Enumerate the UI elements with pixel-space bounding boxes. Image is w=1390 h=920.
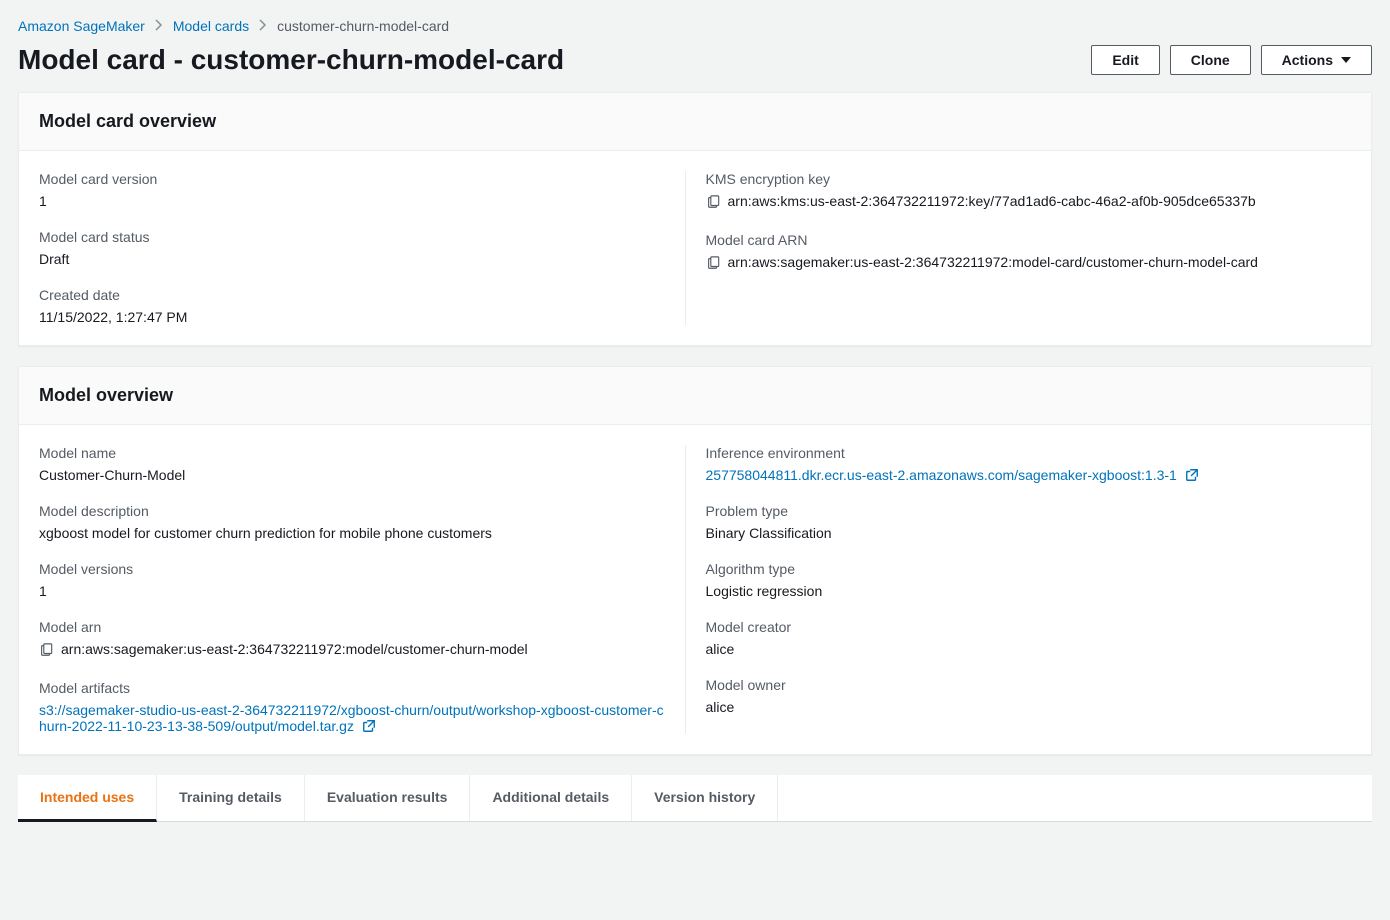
copy-icon[interactable]	[706, 256, 720, 270]
label-model-artifacts: Model artifacts	[39, 680, 665, 696]
breadcrumb: Amazon SageMaker Model cards customer-ch…	[18, 18, 1372, 34]
label-algorithm-type: Algorithm type	[706, 561, 1332, 577]
chevron-right-icon	[155, 18, 163, 34]
value-model-name: Customer-Churn-Model	[39, 467, 665, 483]
panel-header: Model overview	[19, 367, 1371, 425]
value-created-date: 11/15/2022, 1:27:47 PM	[39, 309, 665, 325]
value-algorithm-type: Logistic regression	[706, 583, 1332, 599]
tab-additional-details[interactable]: Additional details	[470, 775, 632, 821]
label-model-description: Model description	[39, 503, 665, 519]
external-link-icon	[362, 719, 376, 733]
page-header: Model card - customer-churn-model-card E…	[18, 44, 1372, 76]
value-model-owner: alice	[706, 699, 1332, 715]
copy-icon[interactable]	[39, 643, 53, 657]
value-model-card-arn: arn:aws:sagemaker:us-east-2:364732211972…	[728, 254, 1258, 270]
value-problem-type: Binary Classification	[706, 525, 1332, 541]
tab-version-history[interactable]: Version history	[632, 775, 778, 821]
breadcrumb-model-cards[interactable]: Model cards	[173, 18, 249, 34]
edit-button[interactable]: Edit	[1091, 45, 1159, 75]
label-model-card-arn: Model card ARN	[706, 232, 1332, 248]
value-model-creator: alice	[706, 641, 1332, 657]
label-problem-type: Problem type	[706, 503, 1332, 519]
label-created-date: Created date	[39, 287, 665, 303]
label-model-card-version: Model card version	[39, 171, 665, 187]
tab-training-details[interactable]: Training details	[157, 775, 305, 821]
detail-tabs: Intended uses Training details Evaluatio…	[18, 775, 1372, 822]
model-card-overview-panel: Model card overview Model card version 1…	[18, 92, 1372, 346]
model-overview-panel: Model overview Model name Customer-Churn…	[18, 366, 1372, 755]
header-actions: Edit Clone Actions	[1091, 45, 1372, 75]
label-model-arn: Model arn	[39, 619, 665, 635]
label-kms-key: KMS encryption key	[706, 171, 1332, 187]
panel-header: Model card overview	[19, 93, 1371, 151]
label-model-creator: Model creator	[706, 619, 1332, 635]
value-model-card-status: Draft	[39, 251, 665, 267]
actions-button-label: Actions	[1282, 52, 1333, 68]
copy-icon[interactable]	[706, 195, 720, 209]
chevron-right-icon	[259, 18, 267, 34]
breadcrumb-root[interactable]: Amazon SageMaker	[18, 18, 145, 34]
clone-button[interactable]: Clone	[1170, 45, 1251, 75]
label-model-versions: Model versions	[39, 561, 665, 577]
value-model-arn: arn:aws:sagemaker:us-east-2:364732211972…	[61, 641, 528, 657]
label-model-owner: Model owner	[706, 677, 1332, 693]
breadcrumb-current: customer-churn-model-card	[277, 18, 449, 34]
value-model-versions: 1	[39, 583, 665, 599]
actions-button[interactable]: Actions	[1261, 45, 1372, 75]
page-title: Model card - customer-churn-model-card	[18, 44, 564, 76]
label-model-card-status: Model card status	[39, 229, 665, 245]
link-model-artifacts[interactable]: s3://sagemaker-studio-us-east-2-36473221…	[39, 702, 664, 734]
link-inference-env[interactable]: 257758044811.dkr.ecr.us-east-2.amazonaws…	[706, 467, 1199, 483]
panel-title: Model overview	[39, 385, 1351, 406]
value-kms-key: arn:aws:kms:us-east-2:364732211972:key/7…	[728, 193, 1256, 209]
caret-down-icon	[1341, 57, 1351, 63]
panel-title: Model card overview	[39, 111, 1351, 132]
tab-evaluation-results[interactable]: Evaluation results	[305, 775, 471, 821]
external-link-icon	[1185, 468, 1199, 482]
tab-intended-uses[interactable]: Intended uses	[18, 775, 157, 822]
value-model-card-version: 1	[39, 193, 665, 209]
label-inference-env: Inference environment	[706, 445, 1332, 461]
label-model-name: Model name	[39, 445, 665, 461]
value-model-description: xgboost model for customer churn predict…	[39, 525, 665, 541]
